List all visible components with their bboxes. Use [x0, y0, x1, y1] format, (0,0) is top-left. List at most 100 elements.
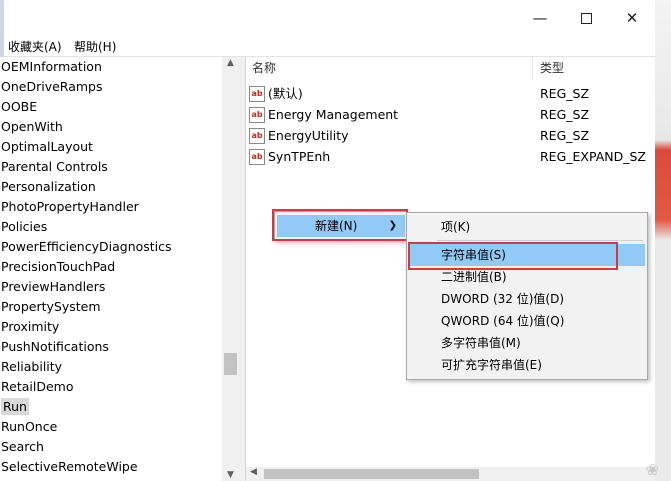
minimize-button[interactable]: — [517, 0, 563, 36]
tree-item-label: Reliability [1, 359, 63, 374]
close-icon: ✕ [625, 9, 639, 27]
tree-item-label: OpenWith [1, 119, 63, 134]
list-horizontal-scrollbar[interactable]: ◀ [246, 467, 655, 481]
tree-item[interactable]: Personalization [0, 177, 222, 197]
background-right-edge [655, 0, 671, 481]
submenu-item[interactable]: QWORD (64 位)值(Q) [409, 310, 645, 332]
string-value-icon: ab [249, 86, 265, 102]
column-header-type[interactable]: 类型 [540, 57, 655, 80]
scroll-down-icon[interactable]: ▼ [222, 470, 239, 480]
column-header-name[interactable]: 名称 [252, 57, 533, 80]
close-button[interactable]: ✕ [609, 0, 655, 36]
tree-item[interactable]: Reliability [0, 357, 222, 377]
string-value-icon: ab [249, 107, 265, 123]
pane-splitter[interactable] [239, 57, 246, 481]
string-value-icon: ab [249, 149, 265, 165]
submenu-item[interactable]: 字符串值(S) [409, 244, 645, 266]
tree-item[interactable]: RunOnce [0, 417, 222, 437]
list-row[interactable]: ab EnergyUtility REG_SZ [246, 125, 655, 146]
submenu-item-label: 字符串值(S) [441, 248, 506, 262]
chevron-right-icon: ❯ [388, 220, 397, 231]
tree-item-label: PrecisionTouchPad [1, 259, 116, 274]
tree-item[interactable]: OneDriveRamps [0, 77, 222, 97]
tree-item[interactable]: OOBE [0, 97, 222, 117]
list-scroll-thumb[interactable] [264, 469, 479, 479]
tree-item-label: RetailDemo [1, 379, 74, 394]
submenu-item-label: 项(K) [441, 220, 471, 234]
title-bar: — ✕ [4, 0, 655, 37]
scroll-left-icon[interactable]: ◀ [250, 467, 257, 477]
new-submenu: 项(K) 字符串值(S) 二进制值(B) DWORD (32 位)值(D) QWORD … [406, 212, 648, 380]
submenu-item-label: DWORD (32 位)值(D) [441, 292, 564, 306]
submenu-item-label: QWORD (64 位)值(Q) [441, 314, 565, 328]
submenu-item[interactable]: DWORD (32 位)值(D) [409, 288, 645, 310]
value-type: REG_SZ [540, 128, 590, 143]
submenu-item-label: 多字符串值(M) [441, 336, 521, 350]
submenu-item[interactable]: 二进制值(B) [409, 266, 645, 288]
maximize-icon [580, 12, 592, 24]
tree-item-label: Run [1, 398, 29, 415]
value-type: REG_SZ [540, 86, 590, 101]
tree-item-label: Policies [1, 219, 48, 234]
value-name: Energy Management [268, 107, 399, 122]
tree-item[interactable]: PropertySystem [0, 297, 222, 317]
tree-item[interactable]: PushNotifications [0, 337, 222, 357]
tree-item[interactable]: OEMInformation [0, 57, 222, 77]
tree-item-label: PreviewHandlers [1, 279, 106, 294]
tree-item-label: Parental Controls [1, 159, 108, 174]
submenu-separator [437, 240, 643, 241]
menu-help[interactable]: 帮助(H) [74, 38, 116, 55]
tree-item-label: OEMInformation [1, 59, 102, 74]
tree-scroll-thumb[interactable] [224, 353, 237, 375]
submenu-item[interactable]: 可扩充字符串值(E) [409, 354, 645, 376]
value-name: EnergyUtility [268, 128, 349, 143]
tree-item[interactable]: SelectiveRemoteWipe [0, 457, 222, 477]
tree-item[interactable]: Run [0, 397, 222, 417]
value-name: (默认) [268, 86, 303, 101]
tree-item[interactable]: PowerEfficiencyDiagnostics [0, 237, 222, 257]
minimize-icon: — [532, 9, 548, 27]
tree-item-label: RunOnce [1, 419, 58, 434]
list-row[interactable]: ab (默认) REG_SZ [246, 83, 655, 104]
submenu-item-label: 二进制值(B) [441, 270, 507, 284]
tree-item[interactable]: PreviewHandlers [0, 277, 222, 297]
tree-item-label: Personalization [1, 179, 96, 194]
tree-item-label: Search [1, 439, 44, 454]
scroll-up-icon[interactable]: ▲ [222, 58, 239, 68]
tree-item[interactable]: Search [0, 437, 222, 457]
tree-item-label: OneDriveRamps [1, 79, 103, 94]
tree-item[interactable]: Policies [0, 217, 222, 237]
tree-item[interactable]: Parental Controls [0, 157, 222, 177]
menu-bar: 收藏夹(A) 帮助(H) [4, 36, 655, 57]
tree-item-label: SelectiveRemoteWipe [1, 459, 138, 474]
tree-item-label: OptimalLayout [1, 139, 93, 154]
submenu-item[interactable]: 项(K) [409, 216, 645, 238]
tree-item-label: PushNotifications [1, 339, 109, 354]
tree-item[interactable]: PrecisionTouchPad [0, 257, 222, 277]
context-menu: 新建(N) ❯ [274, 211, 408, 241]
context-menu-new[interactable]: 新建(N) ❯ [277, 215, 405, 237]
tree-item[interactable]: RetailDemo [0, 377, 222, 397]
submenu-item[interactable]: 多字符串值(M) [409, 332, 645, 354]
string-value-icon: ab [249, 128, 265, 144]
list-row[interactable]: ab SynTPEnh REG_EXPAND_SZ [246, 146, 655, 167]
tree-item[interactable]: Proximity [0, 317, 222, 337]
menu-favorites[interactable]: 收藏夹(A) [8, 38, 62, 55]
tree-item[interactable]: PhotoPropertyHandler [0, 197, 222, 217]
value-name: SynTPEnh [268, 149, 331, 164]
tree-item-label: OOBE [1, 99, 38, 114]
tree-item[interactable]: OptimalLayout [0, 137, 222, 157]
list-row[interactable]: ab Energy Management REG_SZ [246, 104, 655, 125]
submenu-item-label: 可扩充字符串值(E) [441, 358, 542, 372]
watermark-logo: ❀ [645, 460, 659, 479]
tree-item-label: PhotoPropertyHandler [1, 199, 139, 214]
tree-item[interactable]: OpenWith [0, 117, 222, 137]
registry-tree: OEMInformation OneDriveRamps OOBE OpenWith O… [0, 57, 222, 481]
tree-item-label: Proximity [1, 319, 60, 334]
maximize-button[interactable] [563, 0, 609, 36]
tree-vertical-scrollbar[interactable]: ▲ ▼ [222, 57, 239, 481]
value-type: REG_SZ [540, 107, 590, 122]
context-menu-new-label: 新建(N) [315, 219, 358, 233]
tree-item-label: PropertySystem [1, 299, 101, 314]
tree-item-label: PowerEfficiencyDiagnostics [1, 239, 172, 254]
